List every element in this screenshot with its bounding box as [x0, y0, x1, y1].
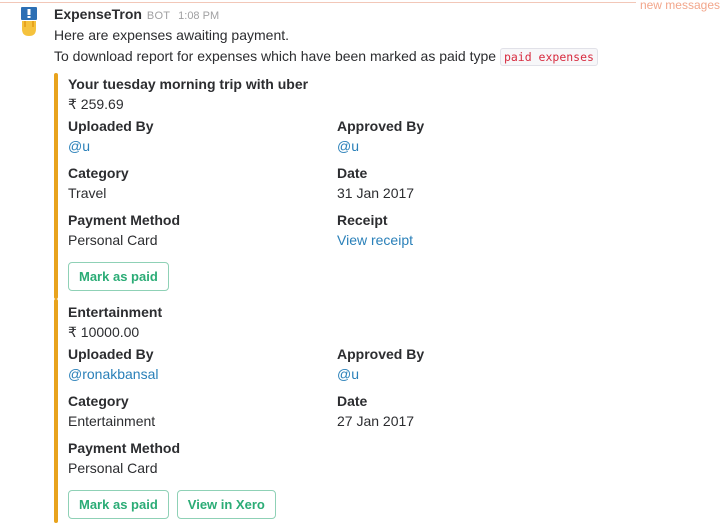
expense-actions: Mark as paid View in Xero: [68, 490, 714, 519]
field-approved-by: Approved By @u: [337, 344, 606, 385]
expense-title: Your tuesday morning trip with uber: [68, 76, 309, 92]
field-payment-method: Payment Method Personal Card: [68, 210, 337, 251]
field-value: Personal Card: [68, 232, 158, 248]
field-payment-method: Payment Method Personal Card: [68, 438, 337, 479]
view-receipt-link[interactable]: View receipt: [337, 230, 606, 251]
field-value: Travel: [68, 185, 107, 201]
field-label: Date: [337, 393, 368, 409]
uploaded-by-user-link[interactable]: @ronakbansal: [68, 364, 337, 385]
message-text-line-1: Here are expenses awaiting payment.: [54, 27, 290, 43]
mark-as-paid-button[interactable]: Mark as paid: [68, 262, 169, 291]
field-approved-by: Approved By @u: [337, 116, 606, 157]
field-value: Entertainment: [68, 413, 156, 429]
command-code: paid expenses: [499, 48, 598, 66]
field-label: Payment Method: [68, 212, 181, 228]
message-text-line-2: To download report for expenses which ha…: [54, 46, 714, 68]
field-date: Date 27 Jan 2017: [337, 391, 606, 432]
field-category: Category Entertainment: [68, 391, 337, 432]
field-label: Category: [68, 393, 129, 409]
uploaded-by-user-link[interactable]: @u: [68, 136, 337, 157]
field-label: Uploaded By: [68, 346, 154, 362]
expense-amount: ₹ 259.69: [68, 96, 124, 112]
attachment-color-bar: [54, 299, 58, 523]
field-value: 31 Jan 2017: [337, 185, 415, 201]
attachment-color-bar: [54, 73, 58, 299]
field-label: Approved By: [337, 346, 425, 362]
field-uploaded-by: Uploaded By @ronakbansal: [68, 344, 337, 385]
expense-card: Entertainment ₹ 10000.00 Uploaded By @ro…: [54, 299, 714, 523]
field-label: Approved By: [337, 118, 425, 134]
bot-message: ExpenseTron BOT 1:08 PM Here are expense…: [54, 6, 714, 523]
field-uploaded-by: Uploaded By @u: [68, 116, 337, 157]
field-value: 27 Jan 2017: [337, 413, 415, 429]
expense-card: Your tuesday morning trip with uber ₹ 25…: [54, 73, 714, 299]
expense-amount: ₹ 10000.00: [68, 324, 140, 340]
message-text-instruction: To download report for expenses which ha…: [54, 48, 497, 64]
field-label: Receipt: [337, 212, 388, 228]
approved-by-user-link[interactable]: @u: [337, 136, 606, 157]
mark-as-paid-button[interactable]: Mark as paid: [68, 490, 169, 519]
sender-name[interactable]: ExpenseTron: [54, 6, 142, 22]
bot-badge: BOT: [146, 10, 171, 22]
expense-title: Entertainment: [68, 304, 163, 320]
field-category: Category Travel: [68, 163, 337, 204]
field-label: Category: [68, 165, 129, 181]
field-label: Date: [337, 165, 368, 181]
message-timestamp[interactable]: 1:08 PM: [178, 10, 219, 22]
message-header: ExpenseTron BOT 1:08 PM: [54, 6, 714, 25]
bot-avatar[interactable]: [21, 7, 37, 37]
view-in-xero-button[interactable]: View in Xero: [176, 490, 276, 519]
field-value: Personal Card: [68, 460, 158, 476]
expensetron-logo-icon: [21, 7, 37, 36]
expense-fields: Uploaded By @u Approved By @u Category T…: [68, 116, 714, 251]
field-label: Payment Method: [68, 440, 181, 456]
expense-fields: Uploaded By @ronakbansal Approved By @u …: [68, 344, 714, 479]
field-label: Uploaded By: [68, 118, 154, 134]
new-messages-divider: new messages: [0, 0, 720, 12]
field-date: Date 31 Jan 2017: [337, 163, 606, 204]
approved-by-user-link[interactable]: @u: [337, 364, 606, 385]
field-receipt: Receipt View receipt: [337, 210, 606, 251]
expense-actions: Mark as paid: [68, 262, 714, 291]
